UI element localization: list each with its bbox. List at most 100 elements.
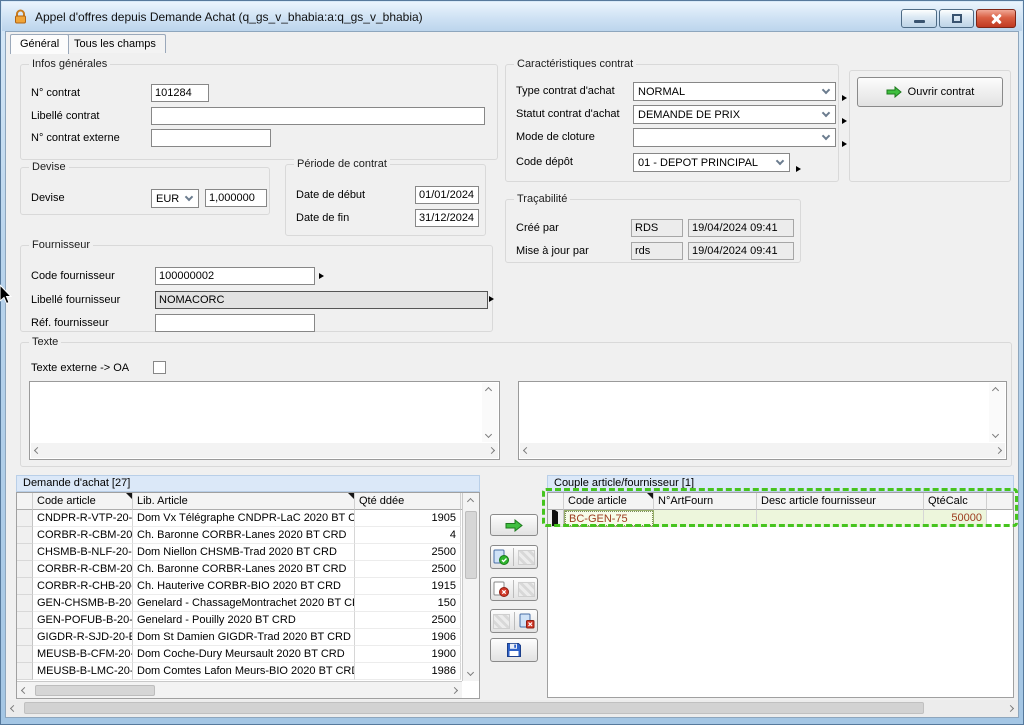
horizontal-scrollbar[interactable]	[520, 443, 1005, 458]
table-row[interactable]: MEUSB-B-LMC-20-BDom Comtes Lafon Meurs-B…	[17, 663, 479, 680]
code-fournisseur-input[interactable]	[155, 267, 315, 285]
cell[interactable]: Dom Comtes Lafon Meurs-BIO 2020 BT CRD	[133, 663, 355, 680]
drill-right-icon[interactable]	[489, 296, 494, 302]
table-row[interactable]: CORBR-R-CBM-20-Ch. Baronne CORBR-Lanes 2…	[17, 561, 479, 578]
nart-fourn-cell[interactable]	[654, 510, 757, 527]
scroll-right-icon[interactable]	[1007, 705, 1014, 712]
row-selector[interactable]	[17, 561, 33, 578]
table-row[interactable]: BC-GEN-75 50000	[548, 510, 1013, 527]
table-row[interactable]: GIGDR-R-SJD-20-EDom St Damien GIGDR-Trad…	[17, 629, 479, 646]
date-debut-input[interactable]	[415, 186, 479, 204]
cell[interactable]: GEN-CHSMB-B-20-	[33, 595, 133, 612]
row-selector[interactable]	[17, 629, 33, 646]
cell[interactable]: CNDPR-R-VTP-20-B	[33, 510, 133, 527]
scroll-up-icon[interactable]	[992, 387, 999, 394]
tab-general[interactable]: Général	[10, 34, 69, 54]
transfer-selected-button[interactable]	[490, 514, 538, 536]
close-button[interactable]	[976, 9, 1016, 28]
demande-achat-grid[interactable]: Code articleLib. ArticleQté ddée CNDPR-R…	[16, 492, 480, 699]
drill-right-icon[interactable]	[842, 95, 847, 101]
minimize-button[interactable]	[901, 9, 937, 28]
maximize-button[interactable]	[939, 9, 974, 28]
form-horizontal-scrollbar[interactable]	[6, 700, 1018, 717]
mode-cloture-select[interactable]	[633, 128, 836, 147]
cell[interactable]: GIGDR-R-SJD-20-E	[33, 629, 133, 646]
cell[interactable]: CORBR-R-CBM-20-	[33, 527, 133, 544]
table-row[interactable]: CORBR-R-CHB-20-Ch. Hauterive CORBR-BIO 2…	[17, 578, 479, 595]
column-header[interactable]: Code article	[564, 493, 654, 510]
cell[interactable]: Genelard - ChassageMontrachet 2020 BT CR…	[133, 595, 355, 612]
scroll-down-icon[interactable]	[485, 431, 492, 438]
vertical-scrollbar[interactable]	[462, 493, 479, 681]
no-contrat-input[interactable]	[151, 84, 209, 102]
cell[interactable]: 1915	[355, 578, 461, 595]
table-row[interactable]: CORBR-R-CBM-20-Ch. Baronne CORBR-Lanes 2…	[17, 527, 479, 544]
cell[interactable]: 1900	[355, 646, 461, 663]
statut-contrat-select[interactable]: DEMANDE DE PRIX	[633, 105, 836, 124]
vertical-scrollbar[interactable]	[482, 383, 498, 442]
desc-article-cell[interactable]	[757, 510, 924, 527]
texte-right-textarea[interactable]	[518, 381, 1007, 460]
select-all-button[interactable]	[490, 545, 538, 569]
scroll-right-icon[interactable]	[451, 686, 458, 693]
cell[interactable]: Ch. Hauterive CORBR-BIO 2020 BT CRD	[133, 578, 355, 595]
date-fin-input[interactable]	[415, 209, 479, 227]
cell[interactable]: 1905	[355, 510, 461, 527]
cell[interactable]: 2500	[355, 544, 461, 561]
scroll-down-icon[interactable]	[467, 669, 474, 676]
row-selector[interactable]	[17, 510, 33, 527]
cell[interactable]: MEUSB-B-LMC-20-B	[33, 663, 133, 680]
scrollbar-thumb[interactable]	[24, 702, 924, 714]
qte-calc-cell[interactable]: 50000	[924, 510, 987, 527]
ref-fournisseur-input[interactable]	[155, 314, 315, 332]
row-selector[interactable]	[17, 663, 33, 680]
cell[interactable]: GEN-POFUB-B-20-B	[33, 612, 133, 629]
cell[interactable]: 2500	[355, 561, 461, 578]
scrollbar-thumb[interactable]	[35, 685, 155, 696]
taux-devise-input[interactable]	[205, 189, 267, 207]
cell[interactable]: Dom St Damien GIGDR-Trad 2020 BT CRD	[133, 629, 355, 646]
cell[interactable]: 4	[355, 527, 461, 544]
scroll-up-icon[interactable]	[485, 387, 492, 394]
column-header[interactable]: Code article	[33, 493, 133, 510]
grid-header[interactable]: Code articleN°ArtFournDesc article fourn…	[548, 493, 1013, 510]
table-row[interactable]: GEN-POFUB-B-20-BGenelard - Pouilly 2020 …	[17, 612, 479, 629]
horizontal-scrollbar[interactable]	[31, 443, 498, 458]
grid-header[interactable]: Code articleLib. ArticleQté ddée	[17, 493, 479, 510]
row-selector[interactable]	[17, 527, 33, 544]
table-row[interactable]: MEUSB-B-CFM-20-Dom Coche-Dury Meursault …	[17, 646, 479, 663]
cell[interactable]: CHSMB-B-NLF-20-B	[33, 544, 133, 561]
row-selector[interactable]	[17, 544, 33, 561]
column-header[interactable]: QtéCalc	[924, 493, 987, 510]
scroll-down-icon[interactable]	[992, 431, 999, 438]
horizontal-scrollbar[interactable]	[17, 681, 462, 698]
scroll-left-icon[interactable]	[34, 447, 41, 454]
tab-tous-les-champs[interactable]: Tous les champs	[64, 34, 166, 53]
cell[interactable]: 1986	[355, 663, 461, 680]
row-selector[interactable]	[17, 595, 33, 612]
scroll-right-icon[interactable]	[995, 447, 1002, 454]
scroll-left-icon[interactable]	[10, 705, 17, 712]
libelle-contrat-input[interactable]	[151, 107, 485, 125]
scroll-up-icon[interactable]	[467, 498, 474, 505]
scrollbar-thumb[interactable]	[465, 511, 477, 579]
table-row[interactable]: GEN-CHSMB-B-20-Genelard - ChassageMontra…	[17, 595, 479, 612]
cell[interactable]: Dom Coche-Dury Meursault 2020 BT CRD	[133, 646, 355, 663]
texte-left-textarea[interactable]	[29, 381, 500, 460]
drill-right-icon[interactable]	[319, 273, 324, 279]
save-button[interactable]	[490, 638, 538, 662]
devise-select[interactable]: EUR	[151, 189, 199, 208]
current-row-indicator[interactable]	[548, 510, 564, 527]
cell[interactable]: MEUSB-B-CFM-20-	[33, 646, 133, 663]
cell[interactable]: CORBR-R-CBM-20-	[33, 561, 133, 578]
row-selector[interactable]	[17, 646, 33, 663]
column-header[interactable]: Qté ddée	[355, 493, 461, 510]
remove-line-button[interactable]	[490, 609, 538, 633]
drill-right-icon[interactable]	[842, 141, 847, 147]
deselect-all-button[interactable]	[490, 577, 538, 601]
cell[interactable]: Dom Vx Télégraphe CNDPR-LaC 2020 BT CRD	[133, 510, 355, 527]
vertical-scrollbar[interactable]	[989, 383, 1005, 442]
table-row[interactable]: CNDPR-R-VTP-20-BDom Vx Télégraphe CNDPR-…	[17, 510, 479, 527]
code-depot-select[interactable]: 01 - DEPOT PRINCIPAL	[633, 153, 790, 172]
cell[interactable]: Ch. Baronne CORBR-Lanes 2020 BT CRD	[133, 527, 355, 544]
